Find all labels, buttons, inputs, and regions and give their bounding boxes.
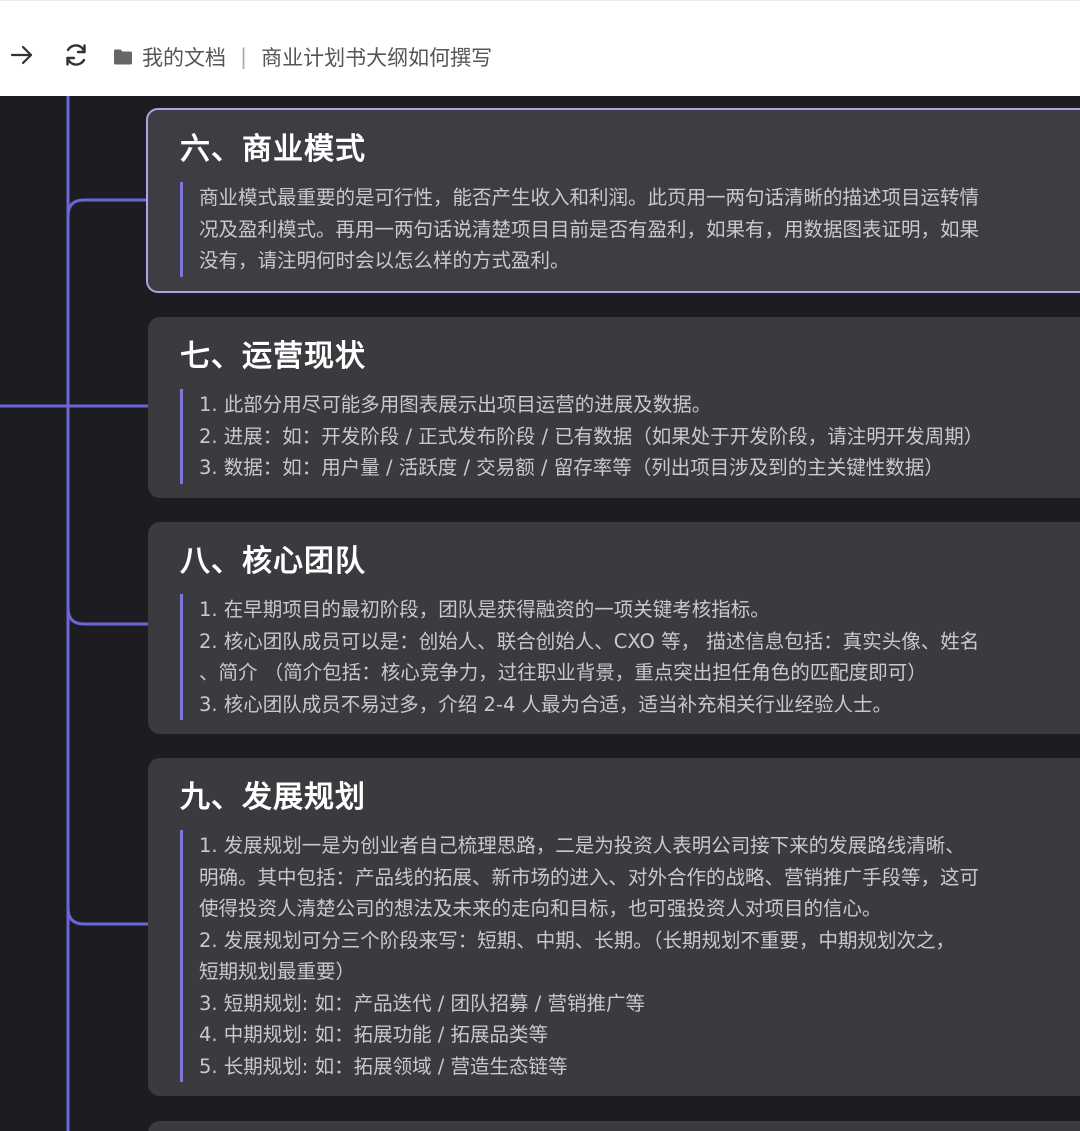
card-line: 1. 发展规划一是为创业者自己梳理思路，二是为投资人表明公司接下来的发展路线清晰… (199, 834, 965, 857)
card-title: 七、运营现状 (180, 339, 366, 374)
card-line: 1. 此部分用尽可能多用图表展示出项目运营的进展及数据。 (199, 393, 712, 416)
mindmap-node-card[interactable]: 七、运营现状 1. 此部分用尽可能多用图表展示出项目运营的进展及数据。 2. 进… (148, 317, 1080, 498)
toolbar: 我的文档 | 商业计划书大纲如何撰写 (0, 0, 1080, 96)
card-title: 八、核心团队 (180, 544, 366, 579)
card-line: 1. 在早期项目的最初阶段，团队是获得融资的一项关键考核指标。 (199, 598, 770, 621)
refresh-icon[interactable] (62, 41, 90, 69)
breadcrumb: 我的文档 | 商业计划书大纲如何撰写 (112, 41, 492, 73)
card-line: 明确。其中包括：产品线的拓展、新市场的进入、对外合作的战略、营销推广手段等，这可 (199, 865, 980, 889)
breadcrumb-current: 商业计划书大纲如何撰写 (261, 46, 493, 70)
card-body: 1. 发展规划一是为创业者自己梳理思路，二是为投资人表明公司接下来的发展路线清晰… (180, 830, 1068, 1082)
card-line: 2. 发展规划可分三个阶段来写：短期、中期、长期。（长期规划不重要，中期规划次之… (199, 928, 956, 952)
mindmap-canvas: 六、商业模式 商业模式最重要的是可行性，能否产生收入和利润。此页用一两句话清晰的… (0, 96, 1080, 1131)
card-line: 3. 短期规划: 如：产品迭代 / 团队招募 / 营销推广等 (199, 991, 646, 1015)
card-title: 六、商业模式 (180, 132, 366, 167)
mindmap-node-card-partial[interactable] (148, 1121, 1080, 1131)
mindmap-node-card[interactable]: 九、发展规划 1. 发展规划一是为创业者自己梳理思路，二是为投资人表明公司接下来… (148, 758, 1080, 1096)
card-line: 5. 长期规划: 如：拓展领域 / 营造生态链等 (199, 1054, 568, 1078)
card-line: 使得投资人清楚公司的想法及未来的走向和目标，也可强投资人对项目的信心。 (199, 897, 882, 920)
card-line: 、简介 （简介包括：核心竞争力，过往职业背景，重点突出担任角色的匹配度即可） (199, 661, 927, 684)
card-body: 商业模式最重要的是可行性，能否产生收入和利润。此页用一两句话清晰的描述项目运转情… (180, 182, 1064, 277)
breadcrumb-separator: | (240, 45, 248, 69)
mindmap-node-card[interactable]: 六、商业模式 商业模式最重要的是可行性，能否产生收入和利润。此页用一两句话清晰的… (146, 108, 1080, 293)
branch-card-8 (66, 606, 150, 626)
card-line: 3. 数据：如：用户量 / 活跃度 / 交易额 / 留存率等（列出项目涉及到的主… (199, 456, 944, 479)
breadcrumb-root[interactable]: 我的文档 (142, 42, 226, 72)
card-line: 况及盈利模式。再用一两句话说清楚项目目前是否有盈利，如果有，用数据图表证明，如果 (199, 217, 980, 241)
card-line: 短期规划最重要） (199, 960, 356, 983)
card-line: 没有，请注明何时会以怎么样的方式盈利。 (199, 249, 570, 272)
card-line: 4. 中期规划: 如：拓展功能 / 拓展品类等 (199, 1023, 549, 1046)
mindmap-node-card[interactable]: 八、核心团队 1. 在早期项目的最初阶段，团队是获得融资的一项关键考核指标。 2… (148, 522, 1080, 734)
card-line: 3. 核心团队成员不易过多，介绍 2-4 人最为合适，适当补充相关行业经验人士。 (199, 692, 893, 716)
folder-icon (114, 49, 132, 65)
branch-card-6 (66, 198, 148, 218)
card-line: 商业模式最重要的是可行性，能否产生收入和利润。此页用一两句话清晰的描述项目运转情 (199, 186, 980, 209)
card-line: 2. 核心团队成员可以是：创始人、联合创始人、CXO 等， 描述信息包括：真实头… (199, 629, 980, 653)
card-body: 1. 在早期项目的最初阶段，团队是获得融资的一项关键考核指标。 2. 核心团队成… (180, 594, 1068, 720)
card-body: 1. 此部分用尽可能多用图表展示出项目运营的进展及数据。 2. 进展：如：开发阶… (180, 389, 1068, 484)
card-line: 2. 进展：如：开发阶段 / 正式发布阶段 / 已有数据（如果处于开发阶段，请注… (199, 424, 984, 448)
arrow-right-icon[interactable] (8, 41, 36, 69)
branch-card-9 (66, 906, 150, 926)
card-title: 九、发展规划 (180, 780, 366, 815)
